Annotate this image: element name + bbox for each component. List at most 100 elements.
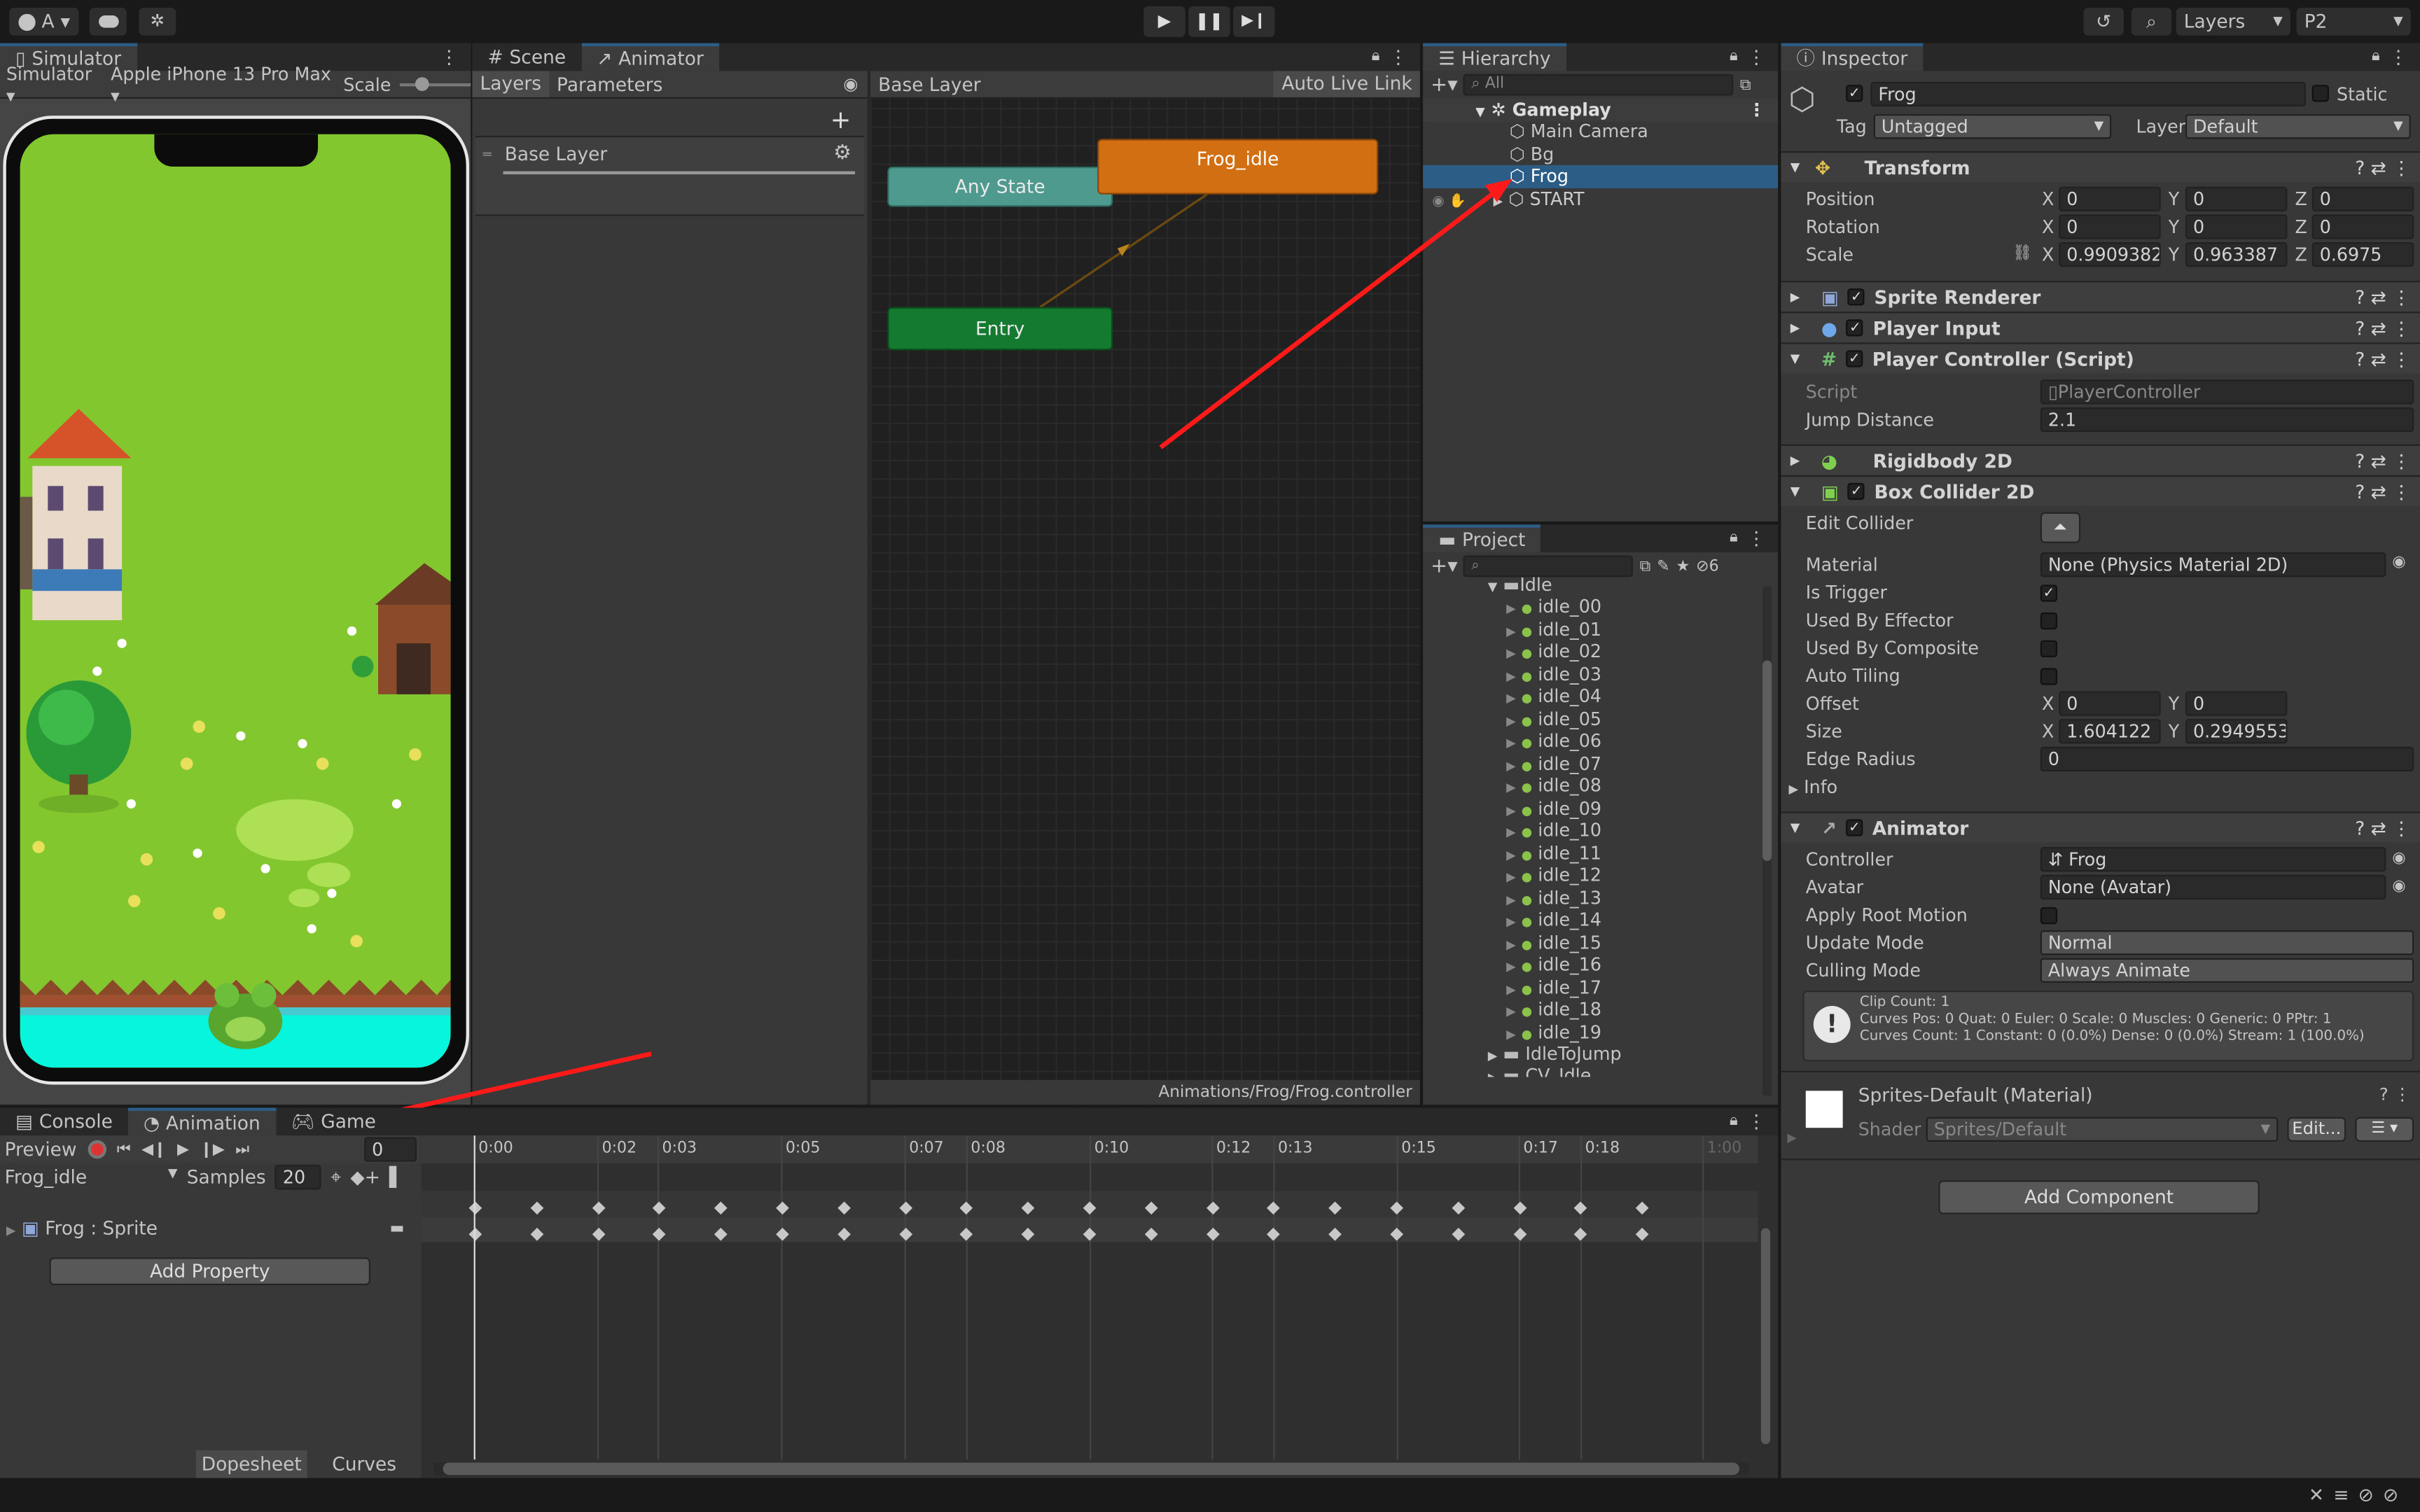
folder-item[interactable]: ▶ ▬ IdleToJump xyxy=(1488,1043,1622,1065)
enabled-checkbox[interactable]: ✓ xyxy=(1847,319,1864,337)
shader-dropdown[interactable]: Sprites/Default ▼ xyxy=(1926,1116,2279,1142)
keyframe[interactable] xyxy=(1574,1201,1588,1215)
timeline[interactable]: 0:00 0:02 0:03 0:05 0:07 0:08 0:10 0:12 0:13 0:15… xyxy=(421,1135,1779,1478)
object-picker-icon[interactable]: ◉ xyxy=(2392,850,2405,867)
scale-x-field[interactable]: 0.9909382 xyxy=(2059,242,2161,267)
keyframe[interactable] xyxy=(1512,1201,1527,1215)
keyframe[interactable] xyxy=(776,1201,789,1215)
vertical-scrollbar[interactable] xyxy=(1760,1228,1771,1445)
preview-button[interactable]: Preview xyxy=(5,1139,77,1161)
more-menu-icon[interactable]: ⋮ xyxy=(1747,1108,1778,1136)
layer-dropdown[interactable]: Default ▼ xyxy=(2185,114,2411,139)
playhead[interactable] xyxy=(473,1135,475,1460)
expand-arrow-icon[interactable]: ▼ xyxy=(1790,160,1806,174)
timeline-scrollbar[interactable] xyxy=(433,1462,1749,1476)
expand-arrow-icon[interactable]: ▶ xyxy=(1506,892,1516,906)
expand-arrow-icon[interactable]: ▶ xyxy=(1506,848,1516,862)
object-picker-icon[interactable]: ◉ xyxy=(2392,554,2405,570)
expand-arrow-icon[interactable]: ▶ xyxy=(1506,713,1516,727)
keyframe[interactable] xyxy=(837,1201,851,1215)
file-item[interactable]: ▶ ● idle_18 xyxy=(1506,998,1601,1021)
component-player-input[interactable]: ▶ ● ✓ Player Input? ⇄ ⋮ xyxy=(1781,312,2420,343)
file-item[interactable]: ▶ ● idle_13 xyxy=(1506,886,1601,909)
offset-y-field[interactable]: 0 xyxy=(2185,691,2288,716)
avatar-field[interactable]: None (Avatar) xyxy=(2040,874,2386,899)
expand-arrow-icon[interactable]: ▼ xyxy=(1790,484,1806,498)
add-event-icon[interactable]: ▌ xyxy=(389,1166,403,1188)
component-actions[interactable]: ? ⇄ ⋮ xyxy=(2355,449,2410,471)
component-sprite-renderer[interactable]: ▶ ▣ ✓ Sprite Renderer? ⇄ ⋮ xyxy=(1781,281,2420,312)
keyframe[interactable] xyxy=(1328,1227,1342,1241)
add-button[interactable]: +▾ xyxy=(1431,554,1457,578)
keyframe[interactable] xyxy=(1144,1201,1158,1215)
size-x-field[interactable]: 1.604122 xyxy=(2059,719,2161,744)
constrain-link-icon[interactable]: ⛓ xyxy=(2012,245,2032,262)
component-actions[interactable]: ? ⇄ ⋮ xyxy=(2355,157,2410,178)
folder-item[interactable]: ▶ ▬ CV_Idle xyxy=(1488,1065,1592,1077)
lock-icon[interactable]: 🔒︎ xyxy=(1730,524,1747,552)
add-property-button[interactable]: Add Property xyxy=(49,1257,370,1285)
file-item[interactable]: ▶ ● idle_07 xyxy=(1506,752,1601,774)
samples-field[interactable]: 20 xyxy=(274,1165,321,1190)
position-x-field[interactable]: 0 xyxy=(2059,186,2161,211)
expand-arrow-icon[interactable]: ▶ xyxy=(1506,668,1516,682)
next-keyframe-icon[interactable]: ❙▶ xyxy=(200,1141,224,1158)
component-actions[interactable]: ? ⇄ ⋮ xyxy=(2355,817,2410,839)
file-item[interactable]: ▶ ● idle_10 xyxy=(1506,819,1601,841)
keyframe[interactable] xyxy=(898,1201,912,1215)
filter-label-icon[interactable]: ✎ xyxy=(1657,558,1669,575)
keyframe[interactable] xyxy=(714,1227,728,1241)
file-item[interactable]: ▶ ● idle_02 xyxy=(1506,640,1601,663)
file-item[interactable]: ▶ ● idle_08 xyxy=(1506,774,1601,797)
play-icon[interactable]: ▶ xyxy=(177,1141,189,1158)
controller-field[interactable]: ⇵ Frog xyxy=(2040,847,2386,872)
component-transform[interactable]: ▼ ✥ Transform? ⇄ ⋮ xyxy=(1781,150,2420,183)
expand-arrow-icon[interactable]: ▶ xyxy=(1789,782,1799,796)
remove-property-icon[interactable]: ▬ xyxy=(390,1216,405,1242)
keyframe[interactable] xyxy=(1083,1227,1097,1241)
filter-type-icon[interactable]: ⧉ xyxy=(1640,558,1651,575)
file-item[interactable]: ▶ ● idle_09 xyxy=(1506,797,1601,819)
edit-collider-button[interactable]: ⏶ xyxy=(2040,512,2081,543)
used-effector-checkbox[interactable] xyxy=(2040,612,2058,630)
file-item[interactable]: ▶ ● idle_14 xyxy=(1506,909,1601,931)
update-mode-dropdown[interactable]: Normal xyxy=(2040,930,2414,955)
enabled-checkbox[interactable]: ✓ xyxy=(1848,288,1865,306)
add-component-button[interactable]: Add Component xyxy=(1938,1180,2260,1214)
dopesheet-button[interactable]: Dopesheet xyxy=(195,1450,307,1478)
file-item[interactable]: ▶ ● idle_16 xyxy=(1506,953,1601,976)
active-checkbox[interactable]: ✓ xyxy=(1846,85,1863,102)
tab-console[interactable]: ▤ Console xyxy=(0,1108,128,1136)
keyframe[interactable] xyxy=(776,1227,789,1241)
auto-tiling-checkbox[interactable] xyxy=(2040,668,2058,685)
expand-arrow-icon[interactable]: ▶ xyxy=(1488,1071,1498,1077)
position-z-field[interactable]: 0 xyxy=(2311,186,2414,211)
keyframe[interactable] xyxy=(591,1201,605,1215)
rotation-y-field[interactable]: 0 xyxy=(2185,214,2288,239)
tab-project[interactable]: ▬ Project xyxy=(1423,524,1541,553)
keyframe[interactable] xyxy=(960,1201,973,1215)
expand-arrow-icon[interactable]: ▶ xyxy=(1790,290,1806,304)
keyframe[interactable] xyxy=(837,1227,851,1241)
component-animator[interactable]: ▼ ↗ ✓ Animator? ⇄ ⋮ xyxy=(1781,811,2420,843)
keyframe[interactable] xyxy=(960,1227,973,1241)
component-player-controller[interactable]: ▼ # ✓ Player Controller (Script)? ⇄ ⋮ xyxy=(1781,342,2420,374)
file-item[interactable]: ▶ ● idle_11 xyxy=(1506,841,1601,864)
enabled-checkbox[interactable]: ✓ xyxy=(1846,350,1863,368)
expand-arrow-icon[interactable]: ▶ xyxy=(1506,758,1516,772)
file-item[interactable]: ▶ ● idle_15 xyxy=(1506,931,1601,953)
edge-radius-field[interactable]: 0 xyxy=(2040,746,2414,772)
keyframe[interactable] xyxy=(1512,1227,1527,1241)
keyframe[interactable] xyxy=(1636,1201,1649,1215)
keyframe[interactable] xyxy=(1021,1201,1035,1215)
keyframe[interactable] xyxy=(1206,1227,1219,1241)
file-item[interactable]: ▶ ● idle_19 xyxy=(1506,1021,1601,1043)
used-composite-checkbox[interactable] xyxy=(2040,640,2058,657)
keyframe[interactable] xyxy=(1267,1227,1281,1241)
keyframe[interactable] xyxy=(1021,1227,1035,1241)
status-icons[interactable]: ✕≡⊘⊘ xyxy=(2309,1484,2408,1506)
favorite-icon[interactable]: ★ xyxy=(1676,558,1690,575)
position-y-field[interactable]: 0 xyxy=(2185,186,2288,211)
keyframe[interactable] xyxy=(1636,1227,1649,1241)
keyframe[interactable] xyxy=(530,1201,543,1215)
